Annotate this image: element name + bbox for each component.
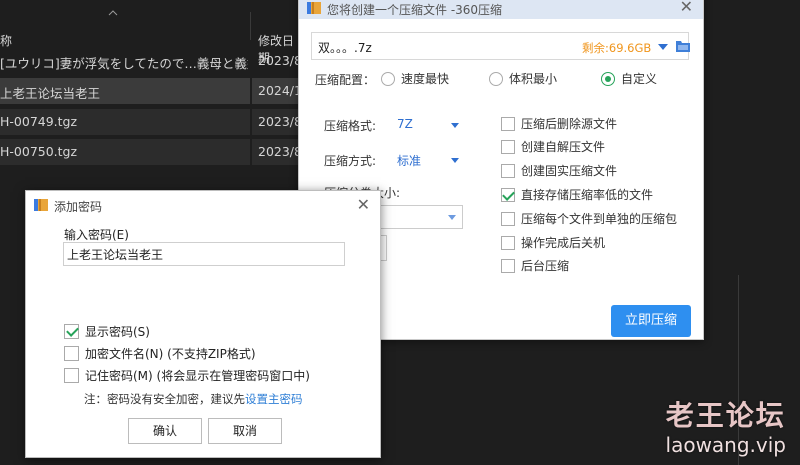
column-divider[interactable] bbox=[250, 12, 251, 40]
radio-label: 自定义 bbox=[621, 72, 658, 86]
checkbox[interactable] bbox=[501, 139, 515, 154]
option-label: 直接存储压缩率低的文件 bbox=[521, 188, 654, 202]
file-row[interactable]: H-00749.tgz 2023/8 bbox=[0, 109, 300, 135]
option-separate-archives[interactable]: 压缩每个文件到单独的压缩包 bbox=[501, 210, 677, 227]
option-label: 创建自解压文件 bbox=[521, 140, 606, 154]
archive-path-value[interactable]: 双。。。.7z bbox=[318, 39, 372, 56]
checkbox-label: 显示密码(S) bbox=[85, 325, 150, 339]
password-input-label: 输入密码(E) bbox=[64, 228, 129, 242]
method-label: 压缩方式: bbox=[324, 154, 377, 168]
checkbox-label: 加密文件名(N) (不支持ZIP格式) bbox=[85, 347, 256, 361]
checkbox[interactable] bbox=[501, 116, 515, 131]
file-date: 2023/8 bbox=[258, 53, 300, 68]
cancel-button[interactable]: 取消 bbox=[208, 418, 282, 444]
option-label: 压缩后删除源文件 bbox=[521, 117, 618, 131]
encrypt-filenames-checkbox[interactable]: 加密文件名(N) (不支持ZIP格式) bbox=[64, 345, 256, 362]
chevron-down-icon[interactable] bbox=[451, 158, 459, 163]
file-name: [ユウリコ]妻が浮気をしてたので…義母と義妹… bbox=[0, 56, 248, 71]
option-label: 后台压缩 bbox=[521, 259, 570, 273]
file-date: 2023/8 bbox=[258, 144, 300, 159]
option-self-extract[interactable]: 创建自解压文件 bbox=[501, 138, 605, 155]
option-label: 操作完成后关机 bbox=[521, 236, 606, 250]
config-label: 压缩配置： bbox=[315, 73, 376, 87]
chevron-down-icon[interactable] bbox=[658, 44, 668, 50]
note-text: 注：密码没有安全加密，建议先 bbox=[84, 392, 245, 406]
watermark-title: 老王论坛 bbox=[665, 399, 786, 432]
radio-label: 速度最快 bbox=[401, 72, 450, 86]
file-date: 2023/8 bbox=[258, 114, 300, 129]
show-password-checkbox[interactable]: 显示密码(S) bbox=[64, 323, 150, 340]
format-select[interactable]: 7Z bbox=[397, 117, 413, 131]
checkbox[interactable] bbox=[501, 211, 515, 226]
free-space-label: 剩余:69.6GB bbox=[582, 41, 652, 55]
file-row[interactable]: H-00750.tgz 2023/8 bbox=[0, 139, 300, 165]
option-label: 压缩每个文件到单独的压缩包 bbox=[521, 212, 678, 226]
option-background[interactable]: 后台压缩 bbox=[501, 257, 569, 274]
option-delete-source[interactable]: 压缩后删除源文件 bbox=[501, 115, 617, 132]
add-password-dialog: 添加密码 ✕ 输入密码(E) 上老王论坛当老王 显示密码(S) 加密文件名(N)… bbox=[25, 190, 381, 458]
archive-app-icon bbox=[307, 2, 321, 14]
password-input[interactable]: 上老王论坛当老王 bbox=[63, 242, 345, 266]
file-name: H-00749.tgz bbox=[0, 114, 78, 129]
window-title: 您将创建一个压缩文件 -360压缩 bbox=[327, 3, 503, 17]
checkbox[interactable] bbox=[501, 163, 515, 178]
radio-custom[interactable]: 自定义 bbox=[601, 70, 657, 87]
format-label: 压缩格式: bbox=[324, 119, 377, 133]
checkbox-checked[interactable] bbox=[64, 324, 79, 339]
chevron-down-icon[interactable] bbox=[451, 123, 459, 128]
close-icon[interactable]: ✕ bbox=[680, 0, 693, 16]
radio-smallest[interactable]: 体积最小 bbox=[489, 70, 557, 87]
checkbox-checked[interactable] bbox=[501, 187, 515, 202]
file-row[interactable]: 上老王论坛当老王 2024/1 bbox=[0, 78, 300, 104]
folder-icon[interactable] bbox=[676, 40, 690, 52]
file-name: H-00750.tgz bbox=[0, 144, 78, 159]
watermark-url: laowang.vip bbox=[665, 433, 786, 457]
close-icon[interactable]: ✕ bbox=[357, 195, 370, 214]
cell-separator bbox=[250, 78, 252, 104]
file-name: 上老王论坛当老王 bbox=[0, 86, 101, 101]
window-titlebar[interactable]: 您将创建一个压缩文件 -360压缩 ✕ bbox=[299, 0, 703, 19]
explorer-column-header: 称 修改日期 bbox=[0, 12, 300, 65]
column-name-header[interactable]: 称 bbox=[0, 32, 12, 49]
cell-separator bbox=[250, 109, 252, 135]
method-select[interactable]: 标准 bbox=[397, 152, 421, 169]
chevron-down-icon[interactable] bbox=[448, 215, 456, 220]
security-note: 注：密码没有安全加密，建议先设置主密码 bbox=[84, 391, 303, 407]
radio-circle[interactable] bbox=[381, 71, 395, 86]
option-label: 创建固实压缩文件 bbox=[521, 164, 618, 178]
cell-separator bbox=[250, 139, 252, 165]
set-master-password-link[interactable]: 设置主密码 bbox=[245, 392, 303, 406]
file-date: 2024/1 bbox=[258, 83, 300, 98]
dialog-title: 添加密码 bbox=[54, 200, 103, 214]
file-row[interactable]: [ユウリコ]妻が浮気をしてたので…義母と義妹… 2023/8 bbox=[0, 48, 300, 74]
checkbox[interactable] bbox=[64, 368, 79, 383]
checkbox[interactable] bbox=[501, 235, 515, 250]
ok-button[interactable]: 确认 bbox=[128, 418, 202, 444]
option-solid-archive[interactable]: 创建固实压缩文件 bbox=[501, 162, 617, 179]
compress-now-button[interactable]: 立即压缩 bbox=[611, 305, 691, 337]
checkbox[interactable] bbox=[64, 346, 79, 361]
remember-password-checkbox[interactable]: 记住密码(M) (将会显示在管理密码窗口中) bbox=[64, 367, 310, 384]
watermark: 老王论坛 laowang.vip bbox=[666, 399, 786, 457]
dialog-titlebar[interactable]: 添加密码 ✕ bbox=[26, 191, 380, 219]
checkbox-label: 记住密码(M) (将会显示在管理密码窗口中) bbox=[85, 369, 310, 383]
option-store-low-ratio[interactable]: 直接存储压缩率低的文件 bbox=[501, 186, 653, 203]
radio-circle-selected[interactable] bbox=[601, 71, 615, 86]
option-shutdown[interactable]: 操作完成后关机 bbox=[501, 234, 605, 251]
radio-label: 体积最小 bbox=[509, 72, 558, 86]
archive-path-field[interactable]: 双。。。.7z 剩余:69.6GB bbox=[311, 32, 690, 60]
archive-app-icon bbox=[34, 199, 48, 211]
radio-fastest[interactable]: 速度最快 bbox=[381, 70, 449, 87]
checkbox[interactable] bbox=[501, 258, 515, 273]
radio-circle[interactable] bbox=[489, 71, 503, 86]
